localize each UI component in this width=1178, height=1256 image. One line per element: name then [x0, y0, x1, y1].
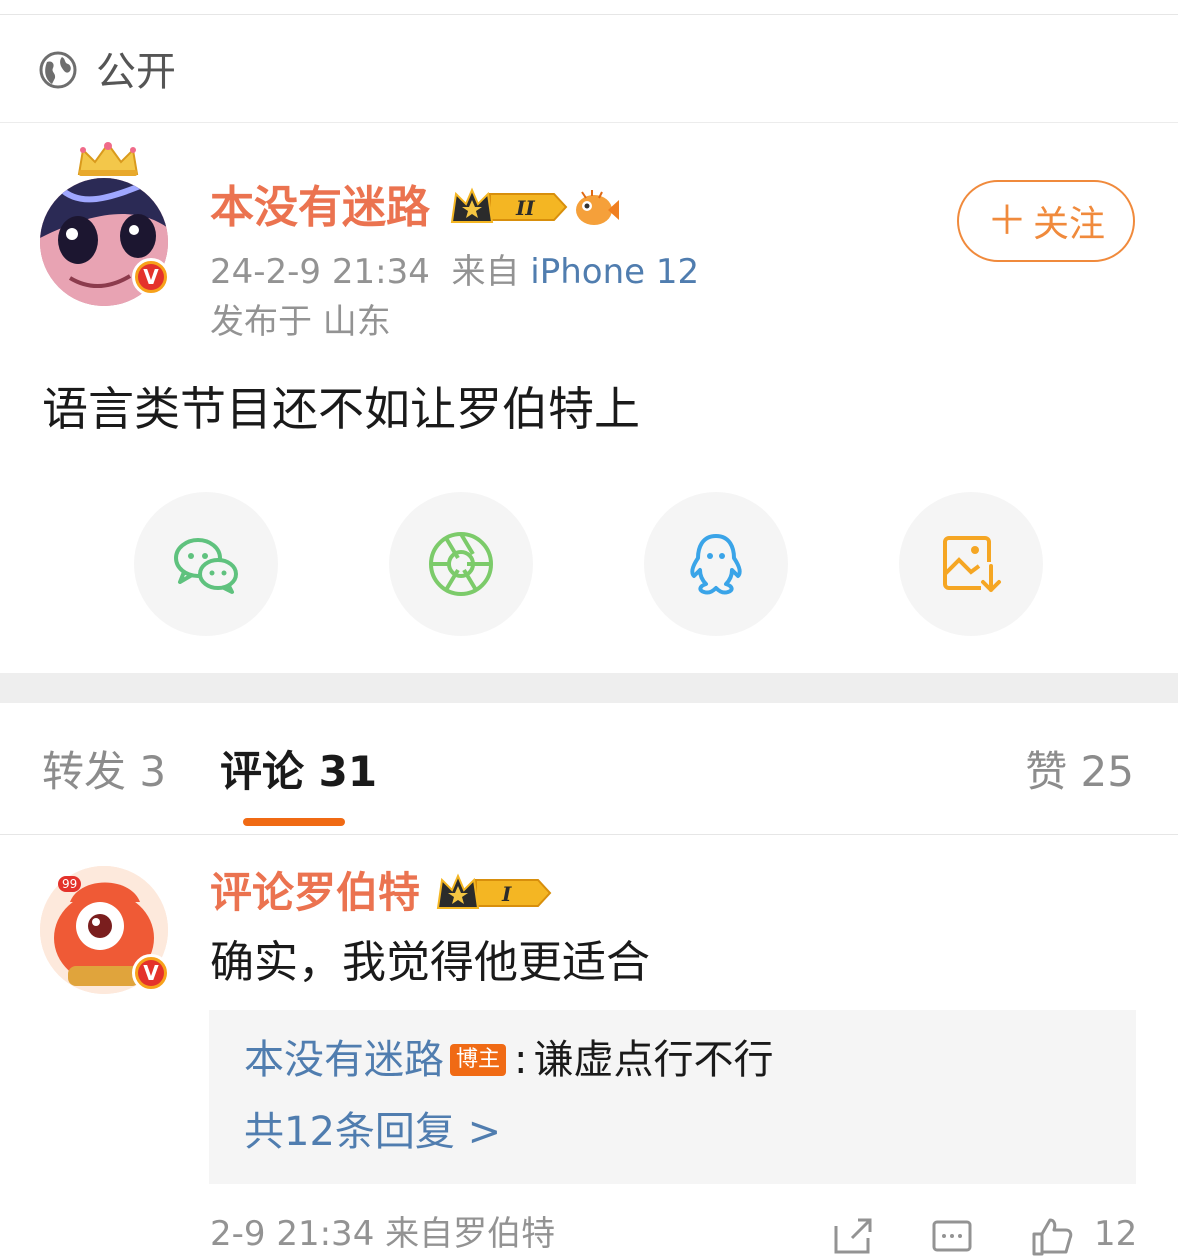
fish-icon	[576, 190, 619, 225]
section-separator	[0, 673, 1178, 703]
reply-preview-line[interactable]: 本没有迷路 博主 : 谦虚点行不行	[244, 1034, 774, 1086]
post-location: 发布于 山东	[210, 302, 391, 342]
save-image-icon	[943, 536, 1003, 594]
commenter-avatar-container[interactable]: 99 V	[40, 866, 175, 1001]
visibility-label: 公开	[96, 49, 176, 95]
author-avatar-container[interactable]: V	[40, 140, 175, 306]
svg-text:II: II	[515, 196, 535, 220]
reply-colon: :	[514, 1037, 528, 1083]
like-count: 12	[1094, 1214, 1138, 1254]
tab-divider	[0, 834, 1178, 835]
reply-text: 谦虚点行不行	[533, 1037, 774, 1083]
share-icon[interactable]	[830, 1216, 874, 1256]
reply-username[interactable]: 本没有迷路	[244, 1034, 444, 1086]
share-moments-button[interactable]	[389, 492, 533, 636]
qq-icon	[690, 534, 742, 595]
post-timestamp: 24-2-9 21:34	[210, 252, 430, 292]
moments-icon	[429, 532, 493, 596]
verified-badge-icon: V	[132, 954, 170, 992]
share-wechat-button[interactable]	[134, 492, 278, 636]
active-tab-indicator	[243, 818, 345, 826]
post-source-prefix: 来自	[451, 252, 520, 292]
host-tag-badge: 博主	[450, 1044, 507, 1076]
svg-text:I: I	[501, 882, 512, 906]
follow-label: 关注	[1032, 204, 1105, 245]
author-name[interactable]: 本没有迷路	[210, 181, 430, 235]
verified-badge-icon: V	[132, 258, 170, 296]
globe-icon	[39, 51, 77, 89]
crown-decoration-icon	[77, 142, 139, 176]
tab-comments[interactable]: 评论 31	[220, 744, 377, 800]
like-icon[interactable]	[1030, 1216, 1074, 1256]
post-device-link[interactable]: iPhone 12	[530, 252, 699, 292]
membership-level-badge: I	[436, 873, 552, 909]
tab-likes[interactable]: 赞 25	[1025, 744, 1134, 800]
follow-button[interactable]: ＋ 关注	[957, 180, 1135, 262]
commenter-name[interactable]: 评论罗伯特	[210, 866, 420, 920]
post-text: 语言类节目还不如让罗伯特上	[42, 382, 640, 436]
visibility-bar	[0, 15, 1178, 123]
membership-level-badge: II	[450, 187, 568, 223]
comment-icon[interactable]	[930, 1216, 974, 1256]
view-all-replies-link[interactable]: 共12条回复 >	[244, 1106, 501, 1158]
plus-icon: ＋	[986, 198, 1027, 244]
comment-meta: 2-9 21:34 来自罗伯特	[210, 1214, 556, 1254]
tab-repost[interactable]: 转发 3	[42, 744, 166, 800]
comment-text: 确实，我觉得他更适合	[210, 937, 650, 988]
save-image-button[interactable]	[899, 492, 1043, 636]
wechat-icon	[174, 538, 238, 594]
message-count-badge: 99	[58, 876, 82, 892]
post-meta: 24-2-9 21:34 来自 iPhone 12	[210, 250, 699, 294]
share-qq-button[interactable]	[644, 492, 788, 636]
